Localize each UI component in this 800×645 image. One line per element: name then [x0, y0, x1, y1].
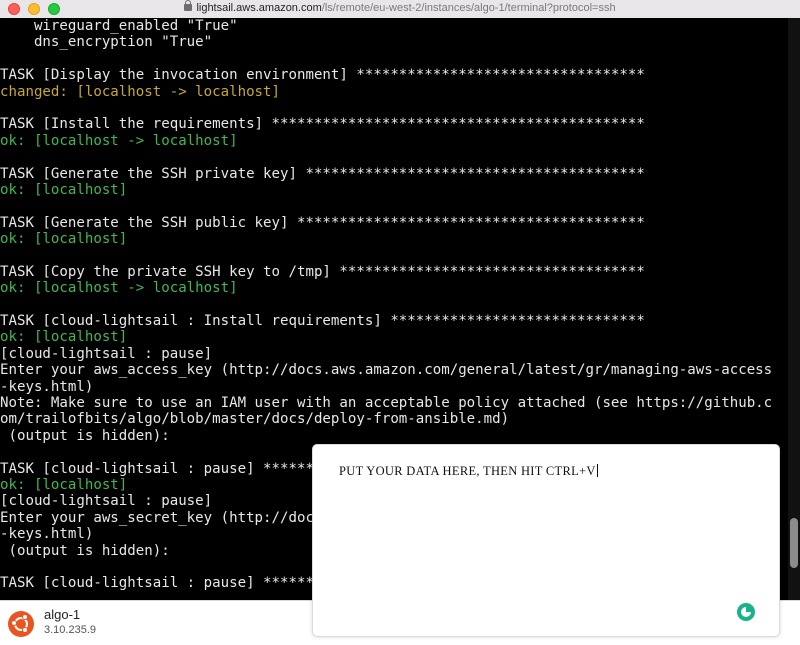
terminal-line: TASK [Copy the private SSH key to /tmp] … [0, 263, 645, 280]
terminal-line: wireguard_enabled "True" [0, 18, 238, 34]
address-bar[interactable]: lightsail.aws.amazon.com/ls/remote/eu-we… [0, 0, 800, 14]
url-host: lightsail.aws.amazon.com [196, 2, 322, 14]
terminal-line: TASK [Generate the SSH public key] *****… [0, 214, 645, 231]
paste-prompt-text: PUT YOUR DATA HERE, THEN HIT CTRL+V [339, 464, 596, 478]
terminal-line: ok: [localhost -> localhost] [0, 280, 238, 297]
terminal-line: Note: Make sure to use an IAM user with … [0, 394, 773, 411]
terminal-line: om/trailofbits/algo/blob/master/docs/dep… [0, 411, 510, 428]
text-cursor [596, 464, 598, 477]
terminal-scrollbar[interactable] [788, 18, 800, 600]
terminal-line: ok: [localhost -> localhost] [0, 132, 238, 149]
paste-input-panel[interactable]: PUT YOUR DATA HERE, THEN HIT CTRL+V [312, 444, 780, 637]
terminal-line: Enter your aws_access_key (http://docs.a… [0, 362, 773, 379]
terminal-line: TASK [Generate the SSH private key] ****… [0, 165, 645, 182]
ubuntu-icon [8, 611, 34, 637]
terminal-line: changed: [localhost -> localhost] [0, 83, 281, 100]
instance-ip: 3.10.235.9 [44, 624, 96, 636]
terminal-line: [cloud-lightsail : pause] [0, 345, 213, 362]
loading-spinner-icon [737, 603, 755, 621]
terminal-line: dns_encryption "True" [0, 34, 213, 51]
browser-titlebar: lightsail.aws.amazon.com/ls/remote/eu-we… [0, 0, 800, 19]
url-path: /ls/remote/eu-west-2/instances/algo-1/te… [321, 2, 616, 14]
terminal-line: TASK [Display the invocation environment… [0, 67, 645, 84]
paste-prompt[interactable]: PUT YOUR DATA HERE, THEN HIT CTRL+V [339, 464, 598, 479]
lock-icon [184, 0, 193, 11]
terminal-line: -keys.html) [0, 378, 94, 395]
scrollbar-thumb[interactable] [790, 518, 798, 568]
terminal-line: TASK [Install the requirements] ********… [0, 116, 645, 133]
terminal-line: ok: [localhost] [0, 329, 128, 346]
instance-name: algo-1 [44, 607, 81, 622]
terminal-line: ok: [localhost] [0, 181, 128, 198]
terminal-line: TASK [cloud-lightsail : Install requirem… [0, 313, 645, 330]
terminal-line: ok: [localhost] [0, 231, 128, 248]
terminal-line: (output is hidden): [0, 427, 170, 444]
